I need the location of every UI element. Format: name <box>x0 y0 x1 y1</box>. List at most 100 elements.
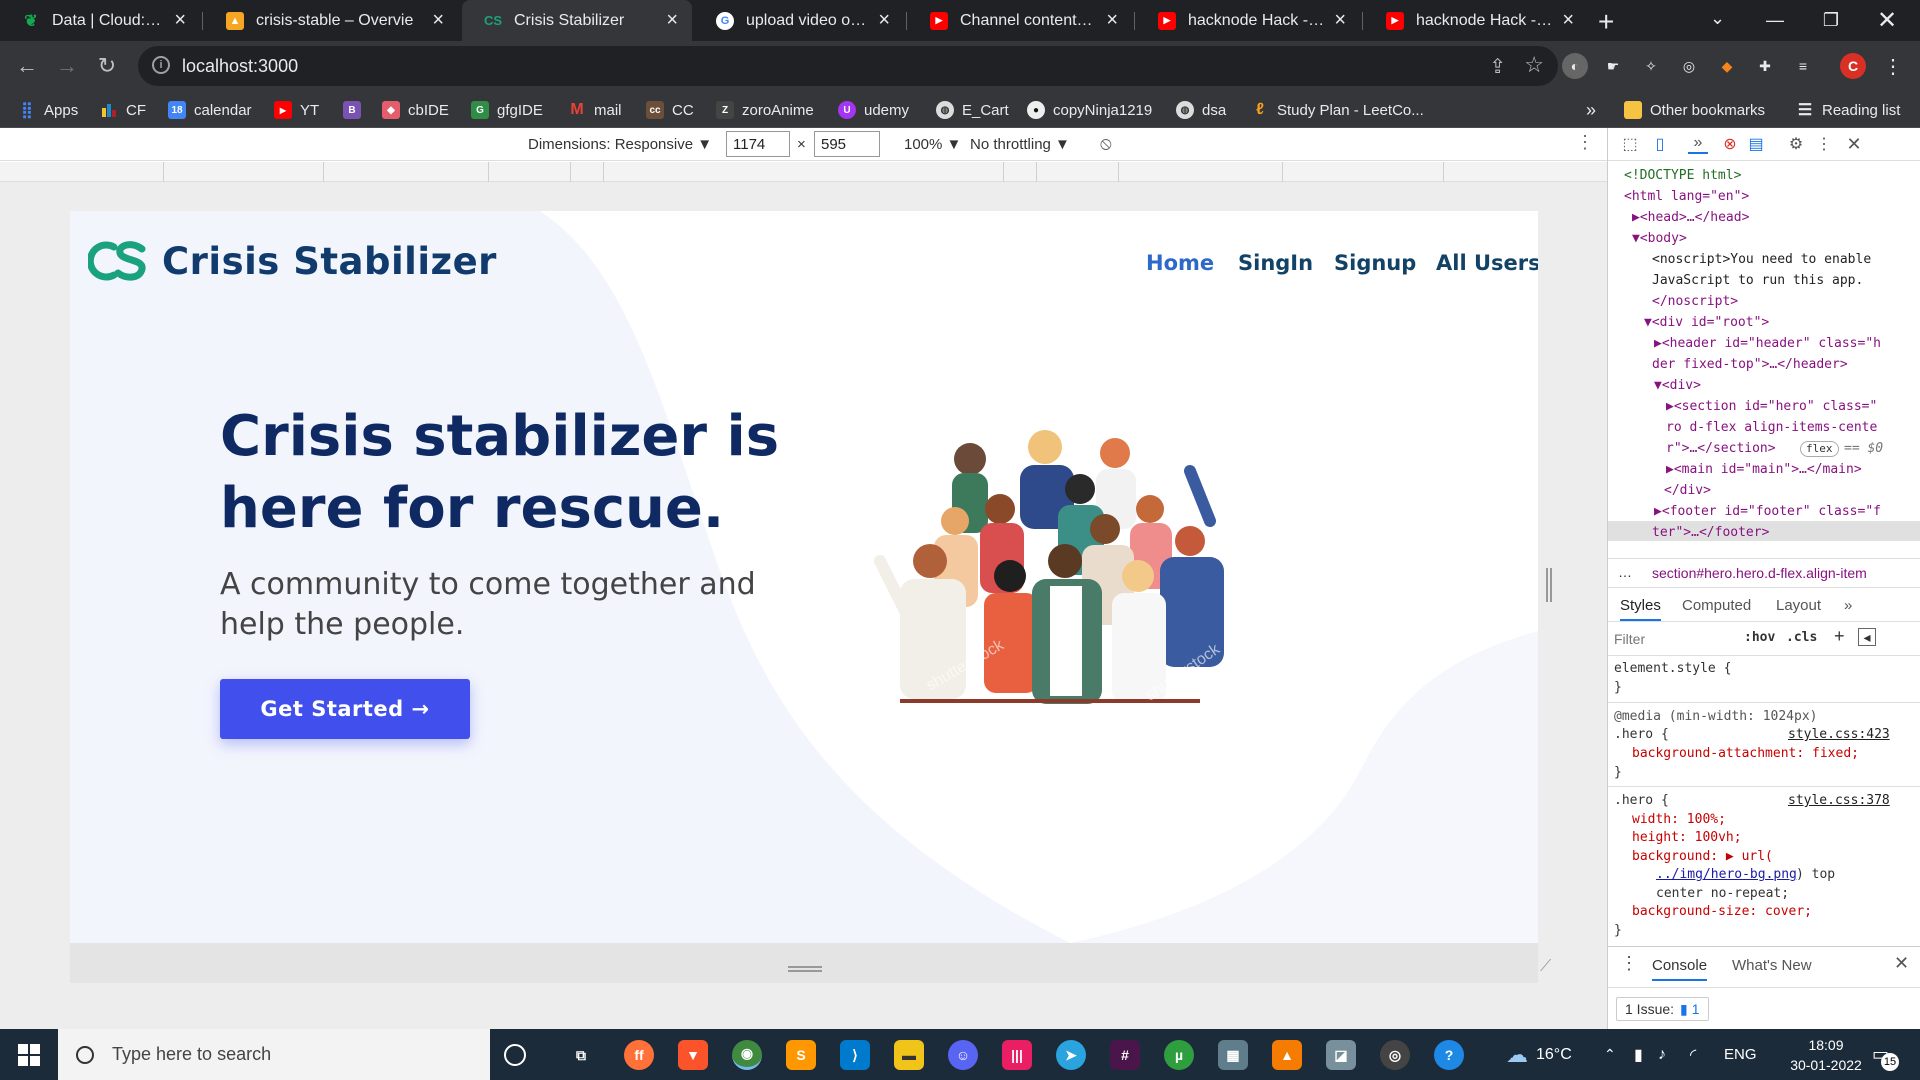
vlc-icon[interactable]: ▲ <box>1272 1040 1302 1070</box>
bookmark-cc[interactable]: cc CC <box>646 98 694 122</box>
forward-icon[interactable]: → <box>52 51 82 81</box>
device-more-icon[interactable]: ⋮ <box>1576 132 1594 153</box>
battery-icon[interactable]: ▮ <box>1634 1029 1643 1080</box>
devtools-menu-icon[interactable]: ⋮ <box>1814 134 1834 154</box>
telegram-icon[interactable]: ➤ <box>1056 1040 1086 1070</box>
extension-run-icon[interactable]: ✧ <box>1638 53 1664 79</box>
bookmark-apps[interactable]: ⣿ Apps <box>18 98 78 122</box>
more-bookmarks-button[interactable]: » <box>1586 98 1596 122</box>
bookmark-zoroanime[interactable]: ZzoroAnime <box>716 98 814 122</box>
address-bar[interactable]: i localhost:3000 ⇪ ☆ <box>138 46 1558 86</box>
element-style-rule[interactable]: element.style { <box>1614 660 1731 679</box>
bookmark-gfgide[interactable]: GgfgIDE <box>471 98 543 122</box>
hero-bg-url[interactable]: ../img/hero-bg.png <box>1656 866 1797 885</box>
tab-5[interactable]: ▶ Channel content - You × <box>908 0 1132 41</box>
tab-1[interactable]: ❦ Data | Cloud: MongoD × <box>0 0 200 41</box>
tab-layout[interactable]: Layout <box>1776 597 1821 614</box>
vscode-icon[interactable]: ⟩ <box>840 1040 870 1070</box>
tab-4[interactable]: G upload video on yout × <box>694 0 904 41</box>
width-prop[interactable]: width: 100%; <box>1632 811 1726 830</box>
tab-close-icon[interactable]: × <box>666 9 678 32</box>
message-icon[interactable]: ▤ <box>1746 134 1766 154</box>
doctype-line[interactable]: <!DOCTYPE html> <box>1624 165 1741 186</box>
postman-icon[interactable]: ||| <box>1002 1040 1032 1070</box>
hov-toggle[interactable]: :hov <box>1744 630 1775 645</box>
media-control-icon[interactable]: ≡ <box>1790 53 1816 79</box>
viewport-height-input[interactable] <box>814 131 880 157</box>
chrome-icon[interactable]: ◉ <box>732 1040 762 1070</box>
breadcrumb-ellipsis-icon[interactable]: … <box>1618 564 1632 580</box>
new-style-rule-icon[interactable]: + <box>1834 626 1845 647</box>
more-panels-icon[interactable]: » <box>1688 134 1708 154</box>
tab-close-icon[interactable]: × <box>432 9 444 32</box>
toggle-sidebar-icon[interactable]: ◂ <box>1858 628 1876 646</box>
issues-button[interactable]: 1 Issue: ▮ 1 <box>1616 997 1709 1021</box>
tab-close-icon[interactable]: × <box>174 9 186 32</box>
bookmark-cf[interactable]: CF <box>100 98 146 122</box>
zoom-dropdown[interactable]: 100% ▼ <box>904 136 961 153</box>
hero-selector-2[interactable]: .hero { <box>1614 792 1669 811</box>
settings-gear-icon[interactable]: ⚙ <box>1786 134 1806 154</box>
bookmark-cbide[interactable]: ◆ cbIDE <box>382 98 449 122</box>
tab-close-icon[interactable]: × <box>1334 9 1346 32</box>
close-drawer-icon[interactable]: ✕ <box>1894 953 1909 974</box>
reading-list[interactable]: ☰ Reading list <box>1796 98 1901 122</box>
brave-icon[interactable]: ▼ <box>678 1040 708 1070</box>
bookmark-github[interactable]: ● copyNinja1219 <box>1027 98 1152 122</box>
tab-2[interactable]: ▲ crisis-stable – Overvie × <box>204 0 458 41</box>
drawer-tab-whats-new[interactable]: What's New <box>1732 957 1812 974</box>
throttling-dropdown[interactable]: No throttling ▼ <box>970 136 1070 153</box>
close-devtools-icon[interactable]: ✕ <box>1844 134 1864 154</box>
tab-7[interactable]: ▶ hacknode Hack - You × <box>1364 0 1588 41</box>
flex-badge[interactable]: flex <box>1800 441 1839 457</box>
tab-search-icon[interactable]: ⌄ <box>1710 8 1725 29</box>
tray-chevron-icon[interactable]: ⌃ <box>1604 1029 1616 1080</box>
bookmark-yt[interactable]: ▶ YT <box>274 98 319 122</box>
share-icon[interactable]: ⇪ <box>1489 54 1506 79</box>
noscript-line-1[interactable]: <noscript>You need to enable <box>1652 249 1871 270</box>
main-node[interactable]: ▶<main id="main">…</main> <box>1666 459 1862 480</box>
site-info-icon[interactable]: i <box>152 56 170 74</box>
viewport-width-input[interactable] <box>726 131 790 157</box>
viewport-width-resize-handle[interactable] <box>1546 568 1552 602</box>
extension-target-icon[interactable]: ◎ <box>1676 53 1702 79</box>
nav-all-users[interactable]: All Users <box>1436 251 1538 275</box>
html-node[interactable]: <html lang="en"> <box>1624 186 1749 207</box>
media-query-ruler[interactable] <box>0 162 1607 182</box>
sublime-icon[interactable]: S <box>786 1040 816 1070</box>
bookmark-calendar[interactable]: 18 calendar <box>168 98 252 122</box>
rotate-icon[interactable]: ⦸ <box>1100 133 1112 154</box>
cls-toggle[interactable]: .cls <box>1786 630 1817 645</box>
footer-node[interactable]: ▶<footer id="footer" class="f <box>1654 501 1881 522</box>
tab-computed[interactable]: Computed <box>1682 597 1751 614</box>
dom-breadcrumb[interactable]: … section#hero.hero.d-flex.align-item <box>1608 558 1920 588</box>
dimensions-dropdown[interactable]: Dimensions: Responsive ▼ <box>528 136 712 153</box>
utorrent-icon[interactable]: µ <box>1164 1040 1194 1070</box>
clock[interactable]: 18:09 30-01-2022 <box>1786 1035 1866 1075</box>
language-indicator[interactable]: ENG <box>1724 1029 1757 1080</box>
viewport-height-resize-handle[interactable] <box>788 966 822 972</box>
error-icon[interactable]: ⊗ <box>1720 134 1740 154</box>
back-icon[interactable]: ← <box>12 51 42 81</box>
source-link-423[interactable]: style.css:423 <box>1788 726 1890 745</box>
device-toggle-icon[interactable]: ▯ <box>1650 134 1670 154</box>
metamask-icon[interactable]: ◆ <box>1714 53 1740 79</box>
windows-start-icon[interactable] <box>18 1044 40 1066</box>
extension-incognito-icon[interactable]: ◐ <box>1562 53 1588 79</box>
close-window-button[interactable]: ✕ <box>1859 0 1915 41</box>
corner-resize-handle[interactable]: ⟋ <box>1540 958 1551 976</box>
cortana-icon[interactable] <box>504 1044 526 1066</box>
extension-hand-icon[interactable]: ☛ <box>1600 53 1626 79</box>
tab-close-icon[interactable]: × <box>878 9 890 32</box>
bookmark-leetcode[interactable]: ℓ Study Plan - LeetCo... <box>1251 98 1424 122</box>
bookmark-dsa[interactable]: ◍ dsa <box>1176 98 1226 122</box>
nav-signup[interactable]: Signup <box>1334 251 1416 275</box>
chrome-menu-icon[interactable]: ⋮ <box>1880 53 1906 79</box>
bookmark-bootstrap[interactable]: B <box>343 98 369 122</box>
minimize-button[interactable]: — <box>1747 0 1803 41</box>
hero-section-node[interactable]: ▶<section id="hero" class=" <box>1666 396 1877 417</box>
nav-home[interactable]: Home <box>1146 251 1214 275</box>
taskbar-search[interactable]: Type here to search <box>58 1029 490 1080</box>
get-started-button[interactable]: Get Started → <box>220 679 470 739</box>
app-icon[interactable]: ▦ <box>1218 1040 1248 1070</box>
